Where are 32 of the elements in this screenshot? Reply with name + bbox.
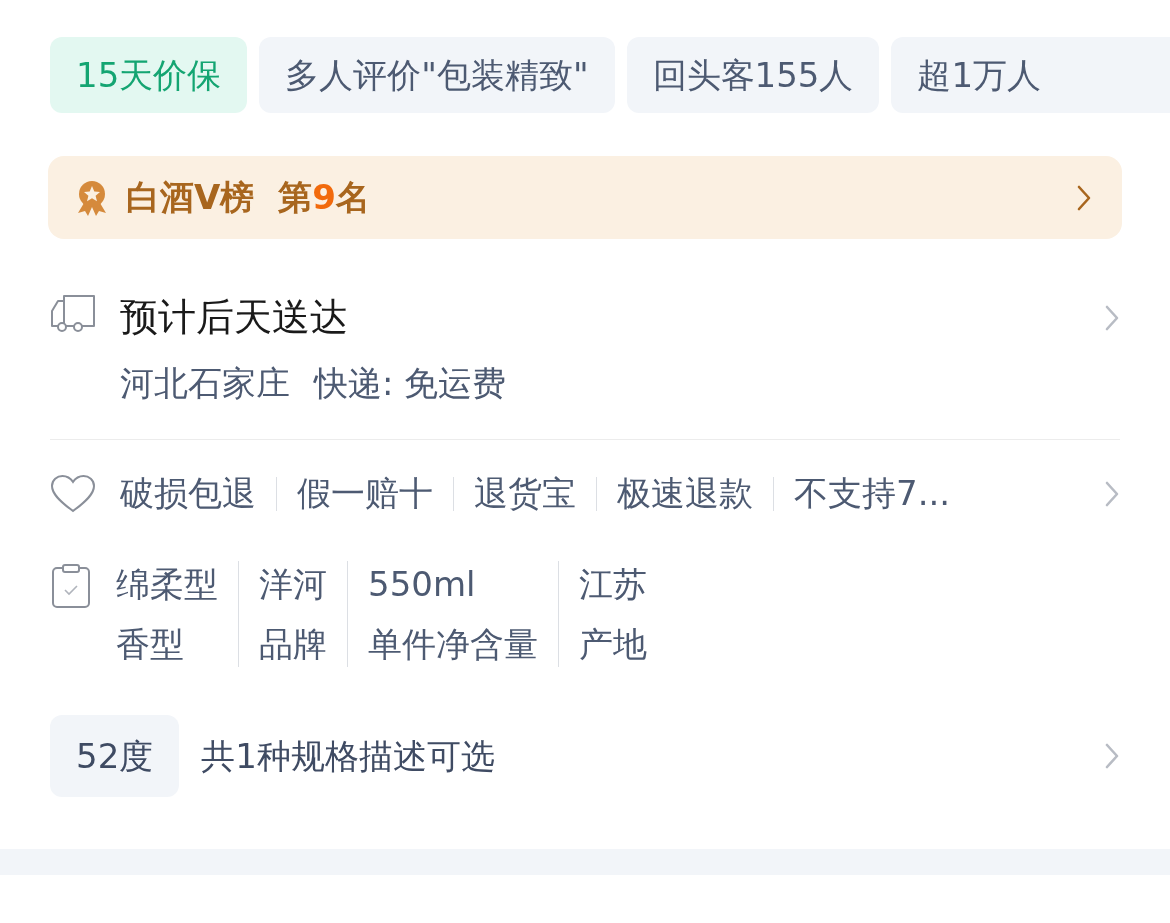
feature-tag: 回头客155人 bbox=[626, 37, 880, 113]
spec-value: 洋河 bbox=[259, 563, 327, 606]
chevron-right-icon bbox=[1104, 303, 1120, 332]
ranking-position: 第9名 bbox=[278, 176, 370, 219]
ranking-bar[interactable]: 白酒V榜 第9名 bbox=[48, 156, 1122, 239]
shipping-info: 快递: 免运费 bbox=[314, 362, 507, 405]
spec-value: 绵柔型 bbox=[116, 563, 218, 606]
guarantee-item: 假一赔十 bbox=[297, 472, 433, 515]
spec-label: 单件净含量 bbox=[368, 623, 538, 666]
heart-icon bbox=[50, 473, 96, 514]
feature-tag: 超1万人 bbox=[891, 37, 1170, 113]
truck-icon bbox=[50, 293, 96, 335]
spec-value: 550ml bbox=[368, 563, 477, 606]
delivery-estimate: 预计后天送达 bbox=[120, 294, 348, 341]
guarantee-item: 极速退款 bbox=[617, 472, 753, 515]
guarantee-item: 退货宝 bbox=[474, 472, 576, 515]
spec-value: 江苏 bbox=[579, 563, 647, 606]
spec-label: 香型 bbox=[116, 623, 185, 666]
feature-tag: 多人评价"包装精致" bbox=[259, 37, 615, 113]
spec-label: 品牌 bbox=[259, 623, 327, 666]
guarantee-item: 不支持7... bbox=[794, 472, 951, 515]
variant-summary: 共1种规格描述可选 bbox=[201, 734, 495, 778]
delivery-location: 河北石家庄 bbox=[120, 362, 290, 405]
chevron-right-icon bbox=[1104, 479, 1120, 508]
variant-chip[interactable]: 52度 bbox=[50, 715, 180, 797]
clipboard-icon bbox=[50, 563, 92, 609]
feature-tag: 15天价保 bbox=[50, 37, 248, 113]
spec-label: 产地 bbox=[579, 623, 647, 666]
guarantee-item: 破损包退 bbox=[120, 472, 256, 515]
chevron-right-icon bbox=[1076, 183, 1092, 212]
ranking-label: 白酒V榜 bbox=[126, 176, 255, 219]
chevron-right-icon bbox=[1104, 742, 1120, 770]
